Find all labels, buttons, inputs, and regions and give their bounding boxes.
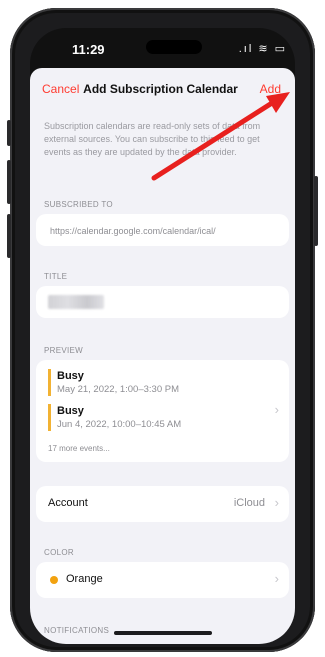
arrow-shaft: [151, 100, 275, 181]
red-arrow-annotation: [151, 92, 290, 181]
